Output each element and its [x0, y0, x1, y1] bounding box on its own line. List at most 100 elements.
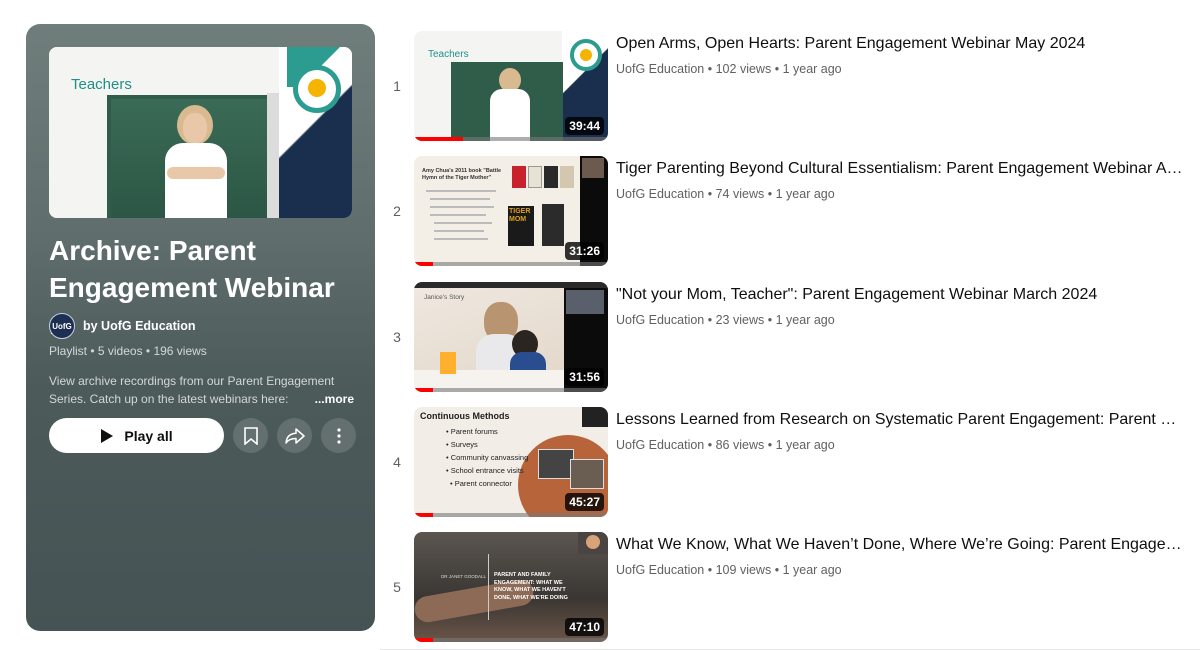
- playlist-thumbnail[interactable]: Teachers: [49, 47, 352, 218]
- watch-progress-bar: [414, 137, 608, 141]
- bullet-item: • Surveys: [446, 440, 478, 449]
- channel-name[interactable]: UofG Education: [616, 563, 704, 577]
- video-index: 5: [393, 579, 401, 595]
- video-duration: 45:27: [565, 493, 604, 511]
- upload-age: 1 year ago: [775, 187, 835, 201]
- video-title[interactable]: Open Arms, Open Hearts: Parent Engagemen…: [616, 33, 1186, 55]
- video-title[interactable]: Lessons Learned from Research on Systema…: [616, 409, 1186, 431]
- playlist-header-panel: Teachers Archive: Parent Engagement Webi…: [26, 24, 375, 631]
- watch-progress-fill: [414, 513, 434, 517]
- more-vert-icon: [336, 427, 341, 444]
- play-all-label: Play all: [124, 427, 173, 444]
- playlist-title-line1: Archive: Parent: [49, 235, 256, 266]
- channel-name[interactable]: UofG Education: [616, 187, 704, 201]
- playlist-video-row[interactable]: 2 Amy Chua's 2011 book "Battle Hymn of t…: [380, 156, 1200, 266]
- description-line2: Series. Catch up on the latest webinars …: [49, 392, 289, 406]
- share-button[interactable]: [277, 418, 312, 453]
- upload-age: 1 year ago: [782, 563, 842, 577]
- upload-age: 1 year ago: [775, 438, 835, 452]
- playlist-owner[interactable]: UofG by UofG Education: [49, 313, 196, 339]
- watch-progress-fill: [414, 638, 434, 642]
- playlist-video-row[interactable]: 1 Teachers 39:44 Open Arms, Open Hearts:…: [380, 31, 1200, 141]
- bookmark-icon: [243, 426, 258, 445]
- view-count: 109 views: [715, 563, 772, 577]
- video-index: 1: [393, 78, 401, 94]
- channel-name[interactable]: UofG Education: [616, 438, 704, 452]
- bullet-item: • Parent forums: [446, 427, 498, 436]
- upload-age: 1 year ago: [775, 313, 835, 327]
- meta-separator: •: [707, 438, 713, 452]
- thumbnail-heading: Teachers: [71, 76, 132, 93]
- watch-progress-bar: [414, 638, 608, 642]
- view-count: 102 views: [715, 62, 772, 76]
- thumbnail-text: Amy Chua's 2011 book "Battle Hymn of the…: [422, 168, 502, 181]
- video-title[interactable]: What We Know, What We Haven’t Done, Wher…: [616, 534, 1186, 556]
- meta-separator: •: [707, 563, 713, 577]
- video-index: 3: [393, 329, 401, 345]
- video-meta: UofG Education • 74 views • 1 year ago: [616, 187, 835, 201]
- meta-separator: •: [774, 563, 780, 577]
- playlist-video-row[interactable]: 3 Janice's Story 31:56 "Not your Mom, Te…: [380, 282, 1200, 392]
- video-duration: 47:10: [565, 618, 604, 636]
- playlist-description: View archive recordings from our Parent …: [49, 372, 354, 408]
- save-playlist-button[interactable]: [233, 418, 268, 453]
- thumbnail-text: Janice's Story: [424, 294, 465, 301]
- more-link[interactable]: ...more: [315, 390, 354, 408]
- video-thumbnail[interactable]: Amy Chua's 2011 book "Battle Hymn of the…: [414, 156, 608, 266]
- video-meta: UofG Education • 86 views • 1 year ago: [616, 438, 835, 452]
- description-line1: View archive recordings from our Parent …: [49, 374, 335, 388]
- more-options-button[interactable]: [321, 418, 356, 453]
- view-count: 74 views: [715, 187, 765, 201]
- video-meta: UofG Education • 109 views • 1 year ago: [616, 563, 842, 577]
- thumbnail-text-secondary: TIGER MOM: [509, 208, 531, 223]
- video-meta: UofG Education • 102 views • 1 year ago: [616, 62, 842, 76]
- watch-progress-bar: [414, 388, 608, 392]
- playlist-video-row[interactable]: 5 DR JANET GOODALL PARENT AND FAMILY ENG…: [380, 532, 1200, 642]
- bullet-item: • Community canvassing: [446, 453, 529, 462]
- avatar[interactable]: UofG: [49, 313, 75, 339]
- thumbnail-text: PARENT AND FAMILY ENGAGEMENT: WHAT WE KN…: [494, 572, 568, 601]
- owner-name[interactable]: by UofG Education: [83, 319, 196, 333]
- video-thumbnail[interactable]: Janice's Story 31:56: [414, 282, 608, 392]
- meta-separator: •: [707, 313, 713, 327]
- meta-separator: •: [767, 438, 773, 452]
- watch-progress-bar: [414, 513, 608, 517]
- thumbnail-text-secondary: DR JANET GOODALL: [441, 574, 486, 579]
- video-title[interactable]: Tiger Parenting Beyond Cultural Essentia…: [616, 158, 1186, 180]
- meta-separator: •: [767, 187, 773, 201]
- video-index: 4: [393, 454, 401, 470]
- video-duration: 39:44: [565, 117, 604, 135]
- meta-separator: •: [707, 187, 713, 201]
- upload-age: 1 year ago: [782, 62, 842, 76]
- video-thumbnail[interactable]: Continuous Methods • Parent forums • Sur…: [414, 407, 608, 517]
- video-meta: UofG Education • 23 views • 1 year ago: [616, 313, 835, 327]
- video-index: 2: [393, 203, 401, 219]
- watch-progress-bar: [414, 262, 608, 266]
- thumbnail-text: Continuous Methods: [420, 411, 510, 421]
- watch-progress-fill: [414, 262, 434, 266]
- bullet-item: • School entrance visits: [446, 466, 524, 475]
- channel-name[interactable]: UofG Education: [616, 62, 704, 76]
- playlist-actions: Play all: [49, 418, 356, 453]
- video-thumbnail[interactable]: Teachers 39:44: [414, 31, 608, 141]
- share-icon: [284, 427, 305, 444]
- view-count: 86 views: [715, 438, 765, 452]
- video-duration: 31:56: [565, 368, 604, 386]
- thumbnail-bullets: • Parent forums • Surveys • Community ca…: [446, 425, 528, 490]
- watch-progress-fill: [414, 137, 463, 141]
- play-all-button[interactable]: Play all: [49, 418, 224, 453]
- video-title[interactable]: "Not your Mom, Teacher": Parent Engageme…: [616, 284, 1186, 306]
- video-duration: 31:26: [565, 242, 604, 260]
- meta-separator: •: [774, 62, 780, 76]
- bullet-item: • Parent connector: [450, 479, 512, 488]
- watch-progress-fill: [414, 388, 434, 392]
- meta-separator: •: [707, 62, 713, 76]
- playlist-meta: Playlist • 5 videos • 196 views: [49, 344, 207, 358]
- video-thumbnail[interactable]: DR JANET GOODALL PARENT AND FAMILY ENGAG…: [414, 532, 608, 642]
- channel-name[interactable]: UofG Education: [616, 313, 704, 327]
- play-icon: [101, 428, 114, 443]
- playlist-video-row[interactable]: 4 Continuous Methods • Parent forums • S…: [380, 407, 1200, 517]
- meta-separator: •: [767, 313, 773, 327]
- thumbnail-text: Teachers: [428, 49, 469, 60]
- view-count: 23 views: [715, 313, 765, 327]
